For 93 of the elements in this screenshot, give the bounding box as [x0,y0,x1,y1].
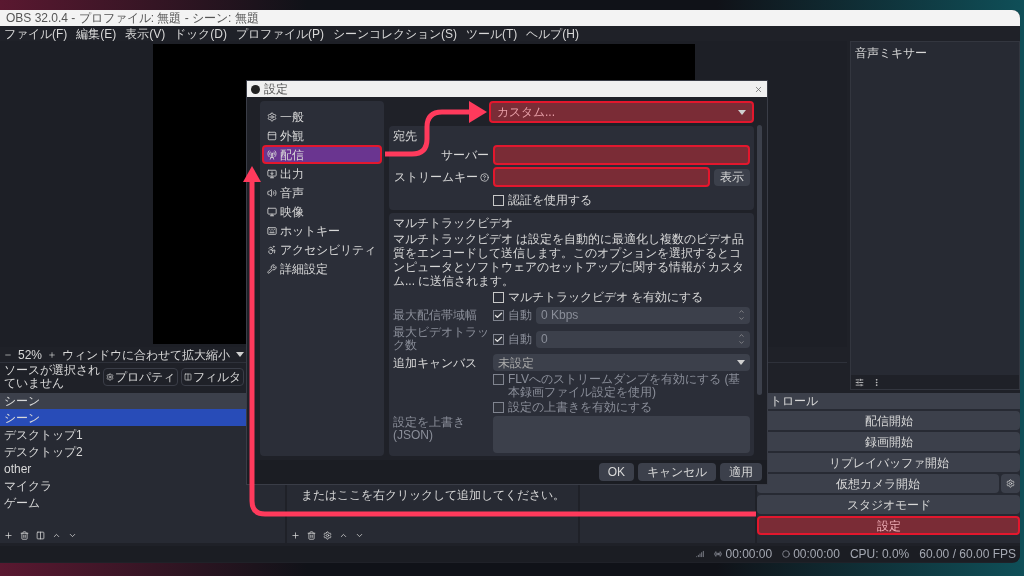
gear-icon [267,111,277,122]
caret-icon [236,352,245,357]
sidebar-item[interactable]: 出力 [262,164,382,183]
down-icon[interactable] [355,531,364,540]
close-icon[interactable] [754,84,763,94]
trash-icon[interactable] [20,531,29,540]
checkbox-label: マルチトラックビデオ を有効にする [508,290,704,304]
dock-title: 音声ミキサー [854,45,928,62]
menu-item[interactable]: シーンコレクション(S) [333,26,457,41]
menu-item[interactable]: 表示(V) [125,26,166,41]
dialog-title: 設定 [264,82,288,96]
status-text: 60.00 / 60.00 FPS [919,547,1016,561]
auto-label: 自動 [508,331,532,348]
source-status: ソースが選択されていません [4,363,100,390]
sidebar-item[interactable]: ホットキー [262,221,382,240]
caret-icon [737,360,745,365]
panel-icon [184,372,192,381]
signal-icon [696,550,705,558]
dialog-button[interactable]: OK [598,463,634,481]
control-button[interactable]: 設定 [757,516,1020,535]
wrench-icon [267,263,277,274]
antenna-icon [267,149,277,160]
up-icon[interactable] [339,531,348,540]
keyboard-icon [267,225,277,236]
group-title: マルチトラックビデオ [393,216,514,230]
sidebar-item[interactable]: 一般 [262,107,382,126]
field-label: 最大配信帯域幅 [393,308,478,322]
caret-icon [738,109,746,115]
canvas-dropdown[interactable]: 未設定 [493,354,750,371]
scene-item[interactable]: ゲーム [0,494,285,511]
down-icon[interactable] [68,531,77,540]
monitor-icon [267,206,277,217]
window-icon [267,130,277,141]
panel-icon[interactable] [36,531,45,540]
control-button[interactable]: 仮想カメラ開始 [757,474,999,493]
trash-icon[interactable] [307,531,316,540]
service-dropdown[interactable]: カスタム... [489,101,754,123]
menu-item[interactable]: プロファイル(P) [236,26,324,41]
settings-button[interactable] [1001,474,1020,493]
record-icon [782,550,791,558]
field-label: 追加キャンバス [393,355,478,370]
checkbox-label: 認証を使用する [508,193,592,207]
field-label: サーバー [440,147,489,164]
stream-key-field[interactable] [493,167,710,187]
server-field[interactable] [493,145,750,165]
menu-item[interactable]: ドック(D) [174,26,227,41]
checkbox-label: FLVへのストリームダンプを有効にする (基本録画ファイル設定を使用) [508,373,742,399]
control-button[interactable]: スタジオモード [757,495,1020,514]
window-title: OBS 32.0.4 - プロファイル: 無題 - シーン: 無題 [6,11,259,25]
zoom-level: 52% [18,347,43,362]
auto-label: 自動 [508,307,532,324]
dialog-button[interactable]: キャンセル [638,463,716,481]
sources-hint: またはここを右クリックして追加してください。 [300,487,565,504]
show-button[interactable]: 表示 [714,168,750,186]
sidebar-item[interactable]: アクセシビリティ [262,240,382,259]
menu-item[interactable]: ファイル(F) [4,26,68,41]
add-icon[interactable] [4,531,13,540]
gear-icon[interactable] [323,531,332,540]
field-label: 最大ビデオトラック数 [393,326,489,352]
menu-item[interactable]: ヘルプ(H) [526,26,579,41]
up-icon[interactable] [52,531,61,540]
help-icon[interactable] [480,172,489,182]
sliders-icon[interactable] [855,377,864,387]
sidebar-item[interactable]: 音声 [262,183,382,202]
menu-item[interactable]: 編集(E) [76,26,117,41]
app-logo-icon [251,84,260,94]
group-title: 宛先 [393,129,418,143]
gear-icon [1006,479,1015,488]
status-text: 00:00:00 [725,547,773,561]
sidebar-item[interactable]: 外観 [262,126,382,145]
add-icon[interactable] [291,531,300,540]
sidebar-item[interactable]: 配信 [262,145,382,164]
field-label: 設定を上書き (JSON) [393,416,466,444]
dialog-button[interactable]: 適用 [720,463,762,481]
sidebar-item[interactable]: 映像 [262,202,382,221]
field-label: ストリームキー [394,169,478,186]
status-text: 00:00:00 [793,547,840,561]
gear-icon [106,372,114,381]
checkbox-label: 設定の上書きを有効にする [508,401,652,414]
plus-icon[interactable] [48,350,57,359]
menu-item[interactable]: ツール(T) [466,26,518,41]
description-text: マルチトラックビデオ は設定を自動的に最適化し複数のビデオ品質をエンコードして送信します。このオプションを選択するとコンピュータとソフトウェアのセットアップに関する情報が カスタム... に送信されます。 [393,232,746,288]
toolbar-button[interactable]: プロパティ [103,367,178,386]
checkbox[interactable] [493,194,504,206]
accessibility-icon [267,244,277,255]
toolbar-button[interactable]: フィルタ [181,367,244,386]
status-text: CPU: 0.0% [849,547,910,561]
fit-to-window-toggle[interactable]: ウィンドウに合わせて拡大縮小 [62,347,231,362]
sidebar-item[interactable]: 詳細設定 [262,259,382,278]
more-icon[interactable] [872,377,881,387]
checkbox[interactable] [493,291,504,303]
speaker-icon [267,187,277,198]
broadcast-icon [714,550,723,558]
